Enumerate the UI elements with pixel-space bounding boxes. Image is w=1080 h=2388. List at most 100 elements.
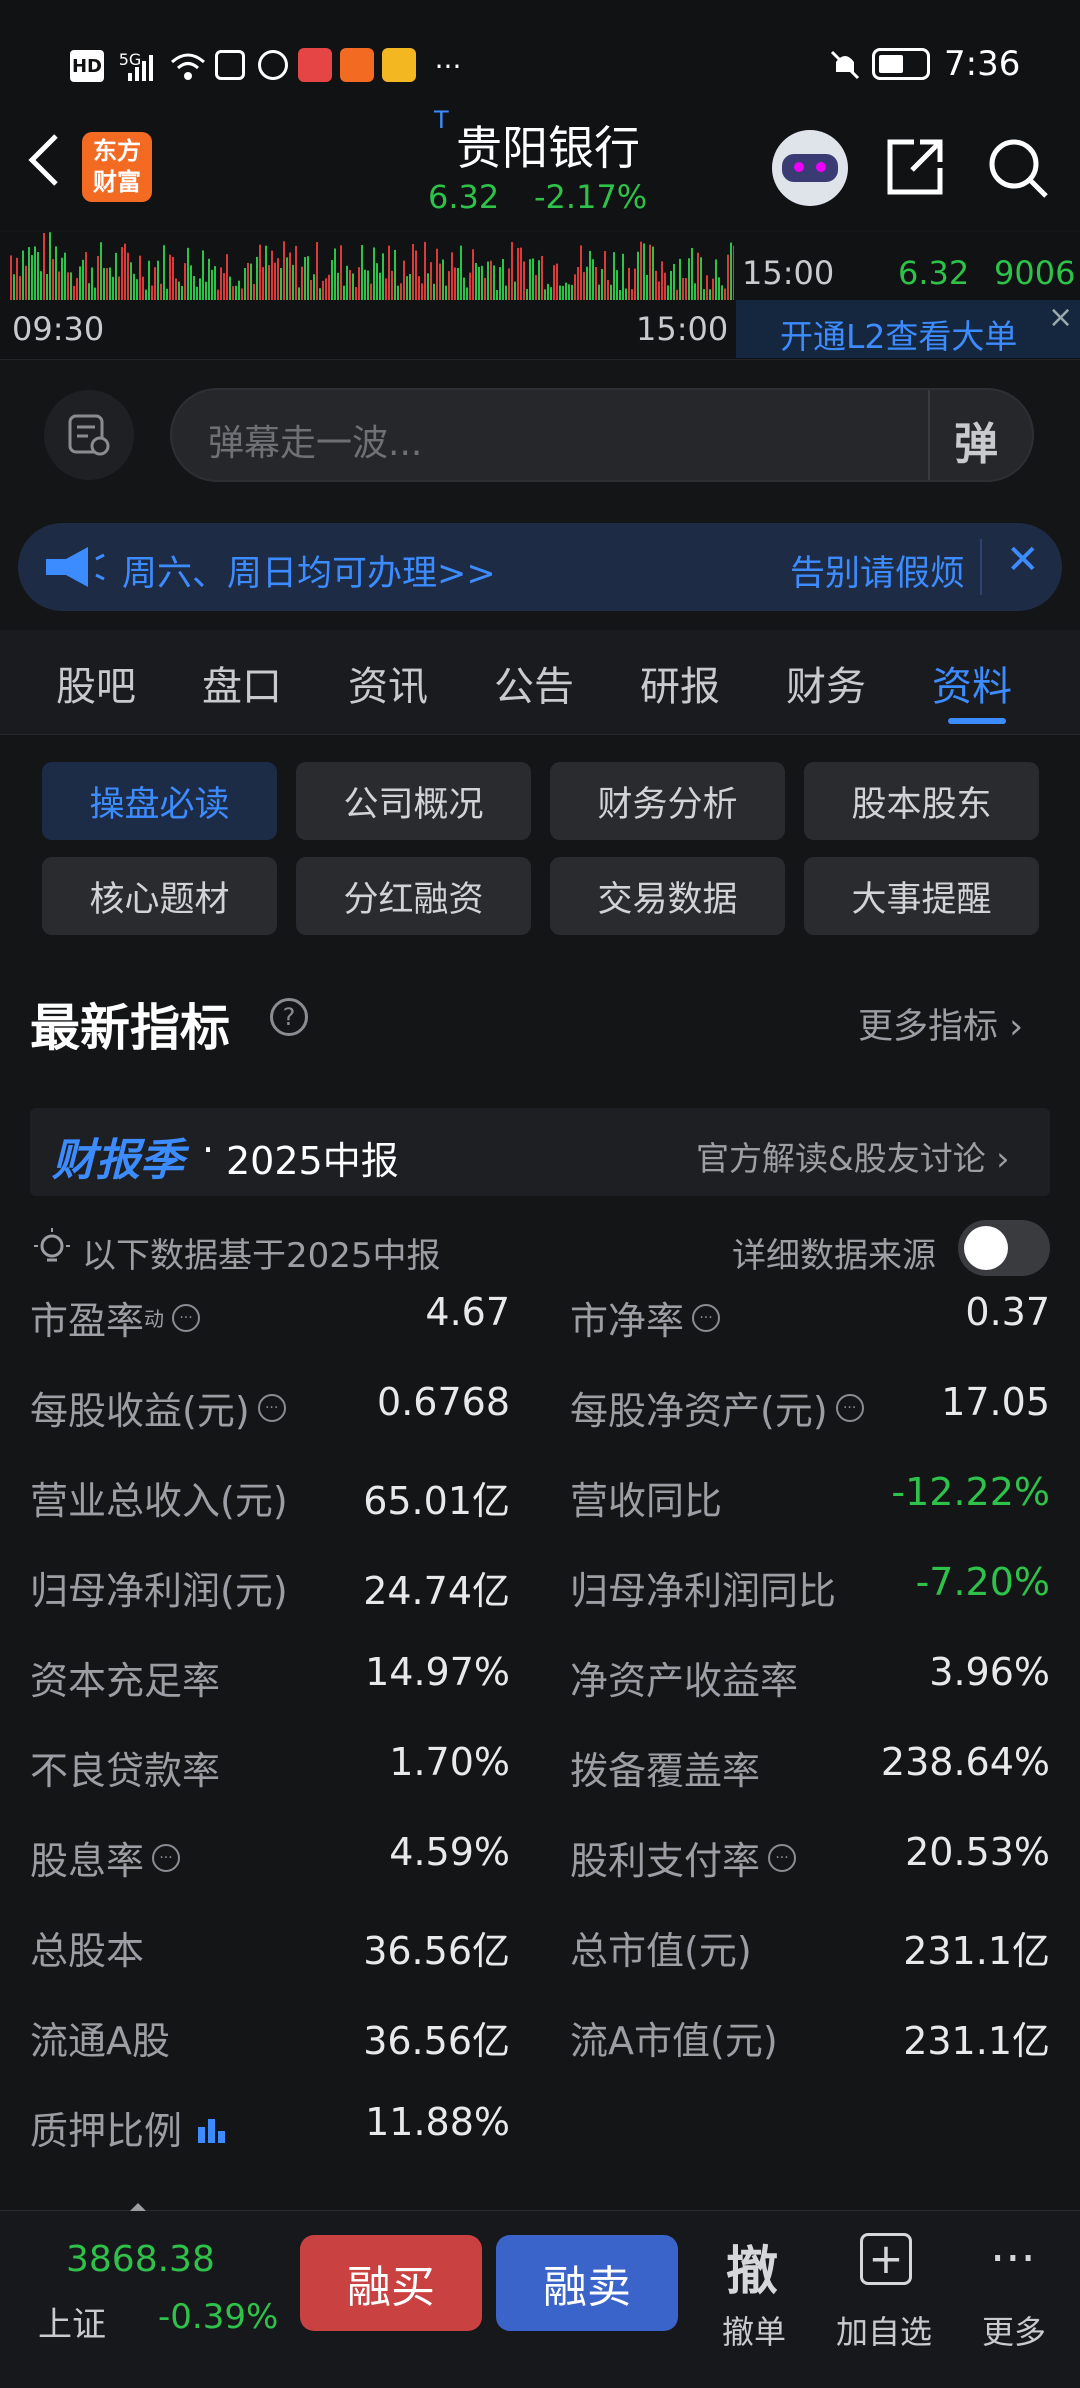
indicator-value: -12.22% [891, 1470, 1050, 1514]
l2-promo[interactable]: 开通L2查看大单 × [736, 300, 1080, 358]
indicator-value: 17.05 [941, 1380, 1050, 1424]
tab-guba[interactable]: 股吧 [56, 654, 136, 712]
app-notify-icon-2 [258, 50, 288, 80]
report-discussion-link[interactable]: 官方解读&股友讨论 › [696, 1132, 1009, 1180]
margin-sell-button[interactable]: 融卖 [496, 2235, 678, 2331]
danmu-bar: 弹幕走一波... 弹 [0, 360, 1080, 495]
divider [928, 390, 930, 480]
indicator-value: 1.70% [389, 1740, 510, 1784]
notice-banner[interactable]: 周六、周日均可办理>> 告别请假烦 ✕ [18, 523, 1062, 611]
info-icon[interactable]: ··· [692, 1303, 721, 1332]
l2-close-icon[interactable]: × [1048, 300, 1073, 335]
cancel-order-label[interactable]: 撤单 [722, 2307, 786, 2353]
app-logo: 东方 财富 [82, 132, 152, 202]
report-season-banner[interactable]: 财报季 · 2025中报 官方解读&股友讨论 › [30, 1108, 1050, 1196]
back-icon[interactable] [22, 130, 66, 194]
report-period: 2025中报 [226, 1139, 399, 1183]
indicator-label: 营业总收入(元) [30, 1479, 288, 1523]
indicator-label: 流A市值(元) [570, 2019, 778, 2063]
notice-text: 周六、周日均可办理>> [122, 554, 496, 594]
chip-financial-analysis[interactable]: 财务分析 [550, 762, 785, 840]
indicator-label: 股息率 ··· [30, 1830, 181, 1885]
tab-news[interactable]: 资讯 [348, 654, 428, 712]
danmu-toggle-button[interactable]: 弹 [954, 408, 998, 472]
index-value[interactable]: 3868.38 [66, 2239, 215, 2280]
app-orange-icon [340, 48, 374, 82]
search-icon[interactable] [986, 136, 1050, 204]
chip-shareholders[interactable]: 股本股东 [804, 762, 1039, 840]
clock: 7:36 [944, 44, 1021, 84]
more-notifications-icon: ··· [434, 49, 462, 83]
toutiao-icon [298, 48, 332, 82]
add-watchlist-label[interactable]: 加自选 [836, 2307, 932, 2353]
indicator-label: 不良贷款率 [30, 1749, 221, 1793]
indicator-label: 拨备覆盖率 [570, 1749, 761, 1793]
bar-chart-icon[interactable] [196, 2113, 232, 2143]
chip-core-themes[interactable]: 核心题材 [42, 857, 277, 935]
cancel-icon[interactable]: 撤 [726, 2229, 778, 2304]
add-watchlist-icon[interactable]: + [860, 2233, 912, 2285]
share-icon[interactable] [884, 136, 946, 202]
indicator-label: 市净率 ··· [570, 1290, 721, 1345]
indicator-value: 238.64% [880, 1740, 1050, 1784]
index-change: -0.39% [158, 2297, 279, 2337]
indicator-value: 36.56亿 [363, 2019, 510, 2063]
indicator-value: 11.88% [365, 2100, 510, 2144]
tab-announcements[interactable]: 公告 [494, 654, 574, 712]
mute-icon [828, 48, 862, 86]
indicator-value: 4.59% [389, 1830, 510, 1874]
indicator-label: 质押比例 [30, 2100, 232, 2155]
volume-bars [10, 232, 734, 300]
indicator-label: 股利支付率 ··· [570, 1830, 797, 1885]
danmu-settings-icon[interactable] [44, 390, 134, 480]
app-notify-icon [215, 50, 245, 80]
tab-research[interactable]: 研报 [640, 654, 720, 712]
margin-buy-button[interactable]: 融买 [300, 2235, 482, 2331]
more-label[interactable]: 更多 [982, 2307, 1046, 2353]
chip-events[interactable]: 大事提醒 [804, 857, 1039, 935]
more-icon[interactable]: ··· [990, 2231, 1036, 2287]
indicator-value: 4.67 [425, 1290, 510, 1334]
bottom-toolbar: 3868.38 上证 -0.39% 融买 融卖 撤 撤单 + 加自选 ··· 更… [0, 2203, 1080, 2388]
chip-company-overview[interactable]: 公司概况 [296, 762, 531, 840]
time-start: 09:30 [12, 310, 105, 348]
info-icon[interactable]: ··· [768, 1843, 797, 1872]
tab-pankou[interactable]: 盘口 [202, 654, 282, 712]
data-source-toggle[interactable] [958, 1220, 1050, 1276]
stock-title: 贵阳银行 [456, 121, 640, 175]
section-title: 最新指标 [30, 999, 230, 1057]
info-icon[interactable]: ··· [257, 1393, 286, 1422]
notice-close-icon[interactable]: ✕ [1006, 537, 1040, 583]
tab-finance[interactable]: 财务 [786, 654, 866, 712]
chip-dividends[interactable]: 分红融资 [296, 857, 531, 935]
divider [980, 539, 982, 595]
time-end: 15:00 [636, 310, 729, 348]
more-indicators-link[interactable]: 更多指标 › [858, 998, 1023, 1049]
intraday-strip[interactable]: 09:30 15:00 15:00 6.32 9006 开通L2查看大单 × [0, 232, 1080, 360]
chip-trading-guide[interactable]: 操盘必读 [42, 762, 277, 840]
indicator-label: 归母净利润(元) [30, 1569, 288, 1613]
indicator-label: 归母净利润同比 [570, 1569, 837, 1613]
tab-indicator [948, 718, 1006, 724]
indicator-label: 总市值(元) [570, 1929, 752, 1973]
last-volume: 9006 [994, 254, 1076, 292]
indicator-label: 营收同比 [570, 1479, 723, 1523]
help-icon[interactable]: ? [270, 998, 308, 1036]
indicator-value: 231.1亿 [903, 2019, 1050, 2063]
content-tabs: 股吧 盘口 资讯 公告 研报 财务 资料 [0, 630, 1080, 735]
chip-trading-data[interactable]: 交易数据 [550, 857, 785, 935]
indicator-label: 流通A股 [30, 2019, 170, 2063]
info-icon[interactable]: ··· [152, 1843, 181, 1872]
info-icon[interactable]: ··· [172, 1303, 201, 1332]
notice-text-2: 告别请假烦 [790, 554, 966, 594]
robot-assistant-icon[interactable] [772, 130, 848, 206]
expand-arrow-icon[interactable] [130, 2201, 146, 2211]
indicator-value: 231.1亿 [903, 1929, 1050, 1973]
indicator-value: 20.53% [905, 1830, 1050, 1874]
hd-icon: HD [70, 50, 104, 82]
danmu-input[interactable]: 弹幕走一波... 弹 [170, 388, 1034, 482]
battery-icon [872, 48, 930, 80]
indicator-label: 资本充足率 [30, 1659, 221, 1703]
tab-profile[interactable]: 资料 [932, 654, 1012, 712]
indicator-label: 市盈率动 ··· [30, 1290, 201, 1345]
